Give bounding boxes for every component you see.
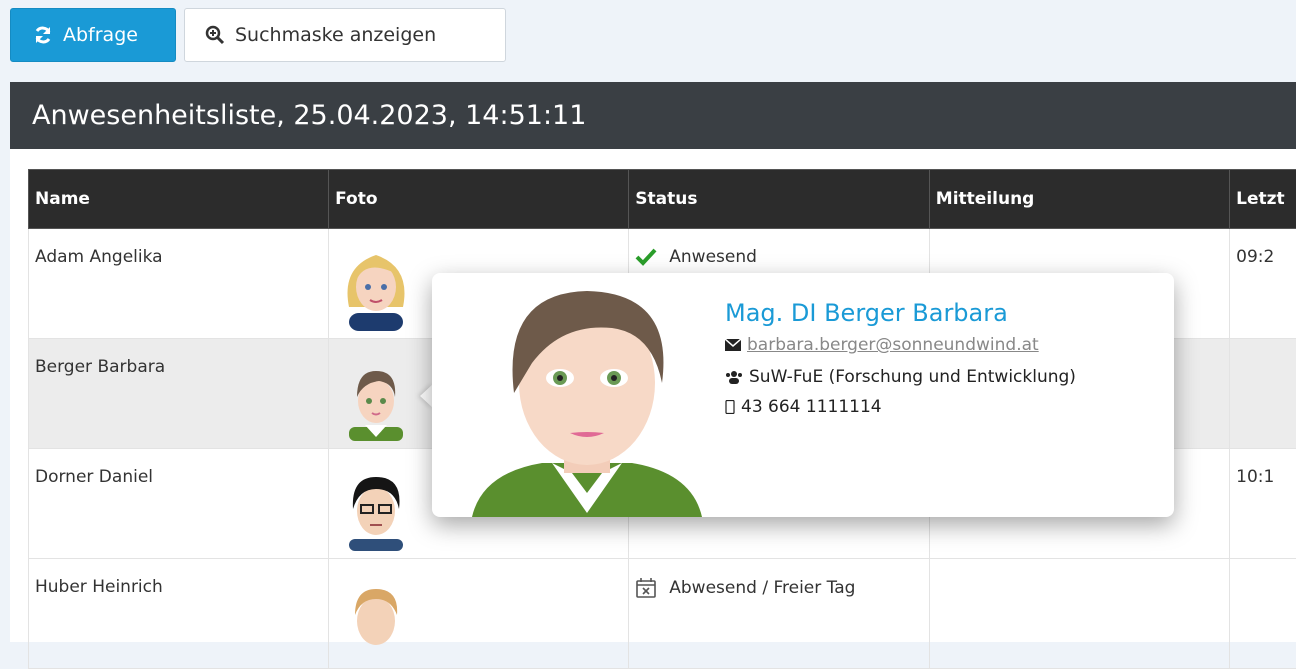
popover-full-name: Mag. DI Berger Barbara: [725, 299, 1008, 327]
cell-message: [929, 559, 1229, 669]
avatar[interactable]: [335, 357, 417, 441]
status-label: Abwesend / Freier Tag: [669, 578, 855, 598]
refresh-icon: [33, 25, 53, 45]
zoom-in-icon: [205, 25, 225, 45]
cell-last: [1230, 339, 1296, 449]
column-header-message[interactable]: Mitteilung: [929, 170, 1229, 229]
query-button-label: Abfrage: [63, 24, 138, 46]
popover-department: SuW-FuE (Forschung und Entwicklung): [749, 367, 1076, 387]
avatar[interactable]: [335, 577, 417, 661]
cell-last: [1230, 559, 1296, 669]
cell-name: Dorner Daniel: [29, 449, 329, 559]
checkmark-icon: [635, 248, 657, 266]
envelope-icon: [725, 339, 741, 351]
calendar-x-icon: [635, 577, 657, 599]
popover-phone: 43 664 1111114: [741, 397, 882, 417]
cell-name: Adam Angelika: [29, 229, 329, 339]
users-icon: [725, 370, 743, 384]
status-label: Anwesend: [669, 247, 757, 267]
popover-email-row: barbara.berger@sonneundwind.at: [725, 335, 1039, 355]
column-header-photo[interactable]: Foto: [329, 170, 629, 229]
show-search-mask-button[interactable]: Suchmaske anzeigen: [184, 8, 506, 62]
panel-title: Anwesenheitsliste, 25.04.2023, 14:51:11: [10, 82, 1296, 149]
cell-name: Huber Heinrich: [29, 559, 329, 669]
employee-popover: Mag. DI Berger Barbara barbara.berger@so…: [432, 273, 1174, 517]
avatar[interactable]: [335, 247, 417, 331]
employee-photo-large: [452, 273, 722, 517]
mobile-phone-icon: [725, 400, 735, 414]
popover-department-row: SuW-FuE (Forschung und Entwicklung): [725, 367, 1076, 387]
cell-status: Abwesend / Freier Tag: [629, 559, 930, 669]
cell-name: Berger Barbara: [29, 339, 329, 449]
cell-photo[interactable]: [329, 559, 629, 669]
column-header-name[interactable]: Name: [29, 170, 329, 229]
column-header-last[interactable]: Letzt: [1230, 170, 1296, 229]
table-row[interactable]: Huber Heinrich: [29, 559, 1296, 669]
cell-last: 10:1: [1230, 449, 1296, 559]
show-search-mask-label: Suchmaske anzeigen: [235, 24, 436, 46]
popover-phone-row: 43 664 1111114: [725, 397, 882, 417]
column-header-status[interactable]: Status: [629, 170, 930, 229]
cell-last: 09:2: [1230, 229, 1296, 339]
popover-email-link[interactable]: barbara.berger@sonneundwind.at: [747, 335, 1039, 355]
query-button[interactable]: Abfrage: [10, 8, 176, 62]
avatar[interactable]: [335, 467, 417, 551]
